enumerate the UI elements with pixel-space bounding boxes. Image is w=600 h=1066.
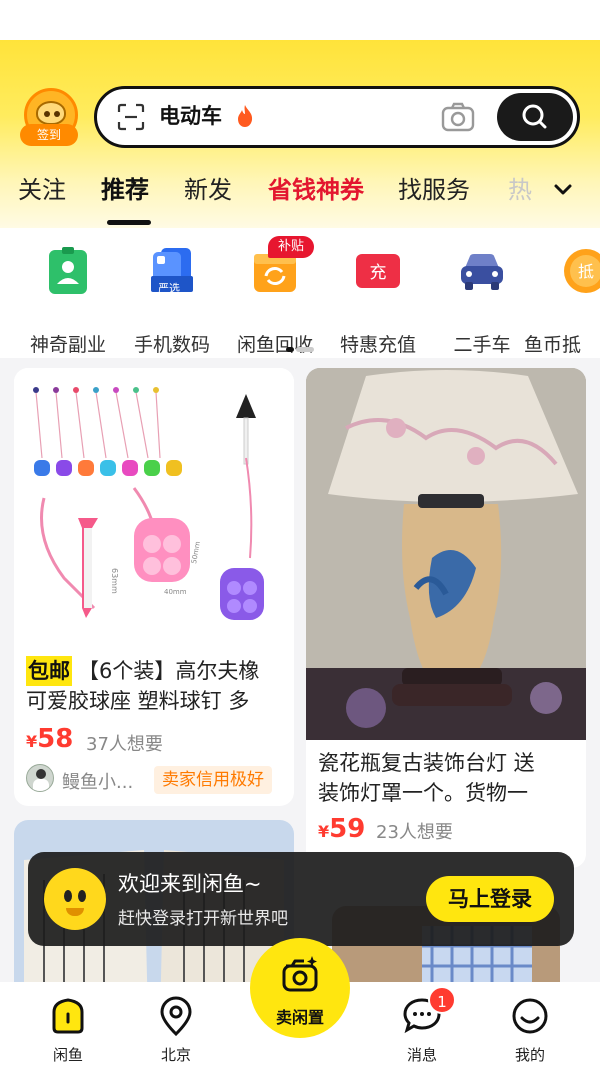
- dimension-label-a: 63mm: [110, 568, 119, 594]
- category-fish-coin[interactable]: 抵 鱼币抵: [524, 246, 600, 356]
- login-button[interactable]: 马上登录: [426, 876, 554, 922]
- product-title-line2: 可爱胶球座 塑料球钉 多: [26, 689, 250, 713]
- seller-name[interactable]: 鳗鱼小...: [62, 768, 133, 794]
- tab-recommend[interactable]: 推荐: [101, 174, 149, 206]
- chevron-down-icon[interactable]: [552, 178, 574, 200]
- id-badge-icon: [49, 247, 87, 294]
- tab-follow[interactable]: 关注: [18, 174, 66, 206]
- seller-avatar[interactable]: [26, 764, 54, 792]
- product-card[interactable]: 瓷花瓶复古装饰台灯 送 装饰灯罩一个。货物一 ¥59 23人想要: [306, 368, 586, 868]
- smiley-face-icon: [512, 998, 548, 1034]
- search-keyword[interactable]: 电动车: [159, 101, 222, 131]
- svg-text:充: 充: [370, 263, 387, 283]
- fire-icon: [238, 105, 253, 127]
- car-icon: [461, 254, 503, 290]
- product-price: ¥59: [318, 814, 366, 844]
- category-recycle[interactable]: 闲鱼回收: [225, 246, 325, 356]
- topup-ticket-icon: 充: [356, 254, 400, 288]
- sign-in-badge[interactable]: 签到: [20, 124, 78, 146]
- subsidy-badge: 补贴: [268, 236, 314, 258]
- tab-services[interactable]: 找服务: [398, 174, 470, 206]
- category-used-cars[interactable]: 二手车: [432, 246, 532, 356]
- scan-icon[interactable]: [117, 103, 145, 131]
- coin-icon: 抵: [564, 249, 600, 293]
- login-prompt-title: 欢迎来到闲鱼~: [118, 872, 262, 896]
- mascot-icon: [44, 868, 106, 930]
- location-pin-icon: [160, 996, 192, 1036]
- nav-profile[interactable]: 我的: [490, 996, 570, 1064]
- camera-sparkle-icon: [282, 956, 318, 992]
- product-title: 瓷花瓶复古装饰台灯 送: [318, 751, 535, 775]
- want-count: 37人想要: [86, 734, 163, 755]
- dimension-label-c: 40mm: [164, 588, 187, 596]
- feed-tabs: 关注 推荐 新发 省钱神券 找服务 热: [0, 168, 600, 224]
- home-icon: [52, 998, 84, 1034]
- svg-text:抵: 抵: [578, 262, 594, 281]
- camera-icon[interactable]: [441, 101, 475, 133]
- want-count: 23人想要: [376, 822, 453, 843]
- search-bar[interactable]: 电动车: [94, 86, 580, 148]
- product-card[interactable]: 63mm 50mm 40mm 包邮 【6个装】高尔夫橡 可爱胶球座 塑料球钉 多 …: [14, 368, 294, 806]
- product-title-line2: 装饰灯罩一个。货物一: [318, 781, 528, 805]
- tab-hot[interactable]: 热: [508, 174, 532, 206]
- product-price: ¥58: [26, 724, 74, 754]
- sell-item-button[interactable]: 卖闲置: [250, 938, 350, 1038]
- nav-home[interactable]: 闲鱼: [28, 996, 108, 1064]
- active-tab-indicator: [107, 220, 151, 225]
- page-indicator: [286, 347, 314, 352]
- category-topup[interactable]: 充 特惠充值: [328, 246, 428, 356]
- search-button[interactable]: [497, 93, 573, 141]
- product-title: 包邮 【6个装】高尔夫橡: [26, 656, 259, 686]
- product-image-golf-tees: 63mm 50mm 40mm: [14, 368, 294, 648]
- login-prompt-subtitle: 赶快登录打开新世界吧: [118, 909, 288, 929]
- tab-coupons[interactable]: 省钱神券: [268, 174, 364, 206]
- category-phones[interactable]: 严选 手机数码: [122, 246, 222, 356]
- status-bar: [0, 0, 600, 40]
- credit-badge: 卖家信用极好: [154, 766, 272, 794]
- mascot-face-icon: [36, 101, 66, 125]
- strict-select-label: 严选: [158, 282, 180, 295]
- category-side-hustle[interactable]: 神奇副业: [18, 246, 118, 356]
- search-icon: [522, 104, 547, 129]
- tab-new[interactable]: 新发: [184, 174, 232, 206]
- login-prompt-banner[interactable]: 欢迎来到闲鱼~ 赶快登录打开新世界吧 马上登录: [28, 852, 574, 946]
- nav-location[interactable]: 北京: [136, 996, 216, 1064]
- product-image-vase-lamp: [306, 368, 586, 740]
- message-count-badge: 1: [428, 986, 456, 1014]
- free-shipping-tag: 包邮: [26, 656, 72, 686]
